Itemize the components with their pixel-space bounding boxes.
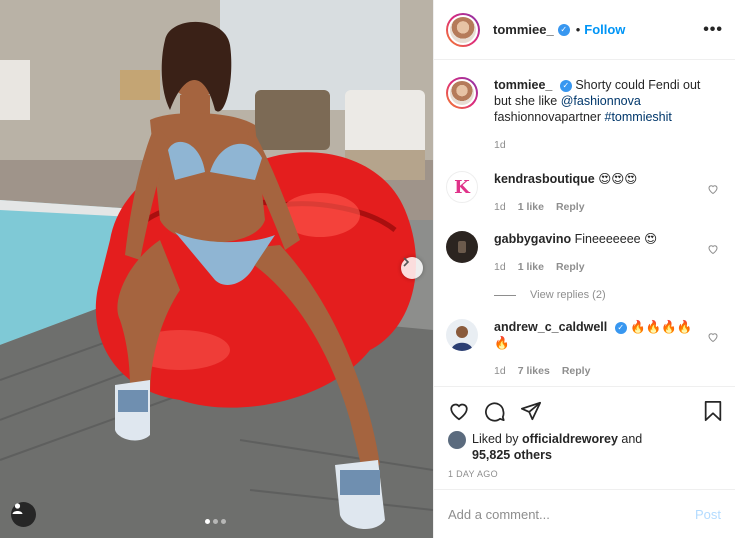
comment-likes[interactable]: 1 like — [518, 259, 544, 275]
add-comment-bar: Post — [434, 489, 735, 538]
comment-item: gabbygavino Fineeeeeee 😍 1d 1 like Reply — [446, 231, 723, 275]
reply-button[interactable]: Reply — [562, 363, 591, 379]
caption-text-after: fashionnovapartner — [494, 110, 605, 124]
follow-button[interactable]: Follow — [584, 22, 625, 37]
likes-prefix: Liked by — [472, 432, 523, 446]
comment-likes[interactable]: 7 likes — [518, 363, 550, 379]
likes-count[interactable]: 95,825 others — [472, 448, 552, 462]
view-replies-label: View replies (2) — [530, 289, 606, 301]
chevron-right-icon — [403, 257, 410, 267]
share-icon[interactable] — [520, 400, 542, 422]
carousel-dot — [213, 519, 218, 524]
heart-icon[interactable] — [448, 400, 470, 422]
person-avatar-icon — [451, 326, 473, 351]
user-tag-icon — [12, 503, 23, 514]
follow-separator: • — [575, 22, 581, 37]
comment-username[interactable]: kendrasboutique — [494, 172, 595, 186]
user-tag-button[interactable] — [11, 502, 36, 527]
photo-illustration — [0, 0, 433, 538]
comment-input[interactable] — [448, 506, 695, 522]
carousel-next-button[interactable] — [401, 257, 423, 279]
liker-username[interactable]: officialdreworey — [522, 432, 618, 446]
post-header: tommiee_ ✓ • Follow ••• — [434, 0, 735, 60]
verified-icon: ✓ — [614, 321, 627, 334]
caption-age: 1d — [494, 139, 506, 151]
comment-age: 1d — [494, 261, 506, 273]
likes-summary: Liked by officialdreworey and 95,825 oth… — [448, 431, 723, 463]
caption-mention[interactable]: @fashionnova — [561, 94, 641, 108]
carousel-dot — [205, 519, 210, 524]
carousel-indicator — [205, 519, 226, 524]
likes-middle: and — [617, 432, 643, 446]
comment-text: 😍😍😍 — [598, 172, 638, 186]
more-icon[interactable]: ••• — [703, 21, 723, 39]
reply-button[interactable]: Reply — [556, 199, 585, 215]
commenter-avatar[interactable] — [446, 231, 478, 263]
post-date[interactable]: 1 DAY AGO — [448, 469, 723, 479]
comment-age: 1d — [494, 365, 506, 377]
caption-avatar[interactable] — [446, 77, 478, 109]
verified-icon: ✓ — [557, 23, 570, 36]
caption-hashtag[interactable]: #tommieshit — [605, 110, 672, 124]
post-photo[interactable] — [0, 0, 433, 538]
post-comment-button[interactable]: Post — [695, 507, 721, 522]
comments-list[interactable]: tommiee_ ✓ Shorty could Fendi out but sh… — [434, 61, 735, 385]
commenter-avatar[interactable] — [446, 319, 478, 351]
comment-text: Fineeeeeee 😍 — [574, 232, 658, 246]
comment-username[interactable]: gabbygavino — [494, 232, 571, 246]
comment-username[interactable]: andrew_c_caldwell — [494, 320, 607, 334]
heart-icon[interactable] — [707, 331, 719, 343]
comment-age: 1d — [494, 201, 506, 213]
author-avatar[interactable] — [446, 12, 480, 47]
raised-fist-icon — [458, 241, 466, 253]
caption-username[interactable]: tommiee_ — [494, 78, 552, 92]
author-username[interactable]: tommiee_ — [493, 22, 554, 37]
heart-icon[interactable] — [707, 183, 719, 195]
post-sidebar: tommiee_ ✓ • Follow ••• tommiee_ ✓ Short… — [433, 0, 735, 538]
comment-icon[interactable] — [484, 400, 506, 422]
bookmark-icon[interactable] — [703, 400, 723, 422]
view-replies-button[interactable]: View replies (2) — [494, 289, 723, 301]
reply-button[interactable]: Reply — [556, 259, 585, 275]
comment-item: andrew_c_caldwell ✓ 🔥🔥🔥🔥🔥 1d 7 likes Rep… — [446, 319, 723, 379]
heart-icon[interactable] — [707, 243, 719, 255]
comment-item: K kendrasboutique 😍😍😍 1d 1 like Reply — [446, 171, 723, 215]
comment-likes[interactable]: 1 like — [518, 199, 544, 215]
liker-avatar[interactable] — [448, 431, 466, 449]
carousel-dot — [221, 519, 226, 524]
post-actions: Liked by officialdreworey and 95,825 oth… — [434, 386, 735, 490]
commenter-avatar[interactable]: K — [446, 171, 478, 203]
caption: tommiee_ ✓ Shorty could Fendi out but sh… — [446, 77, 723, 153]
verified-icon: ✓ — [559, 79, 572, 92]
